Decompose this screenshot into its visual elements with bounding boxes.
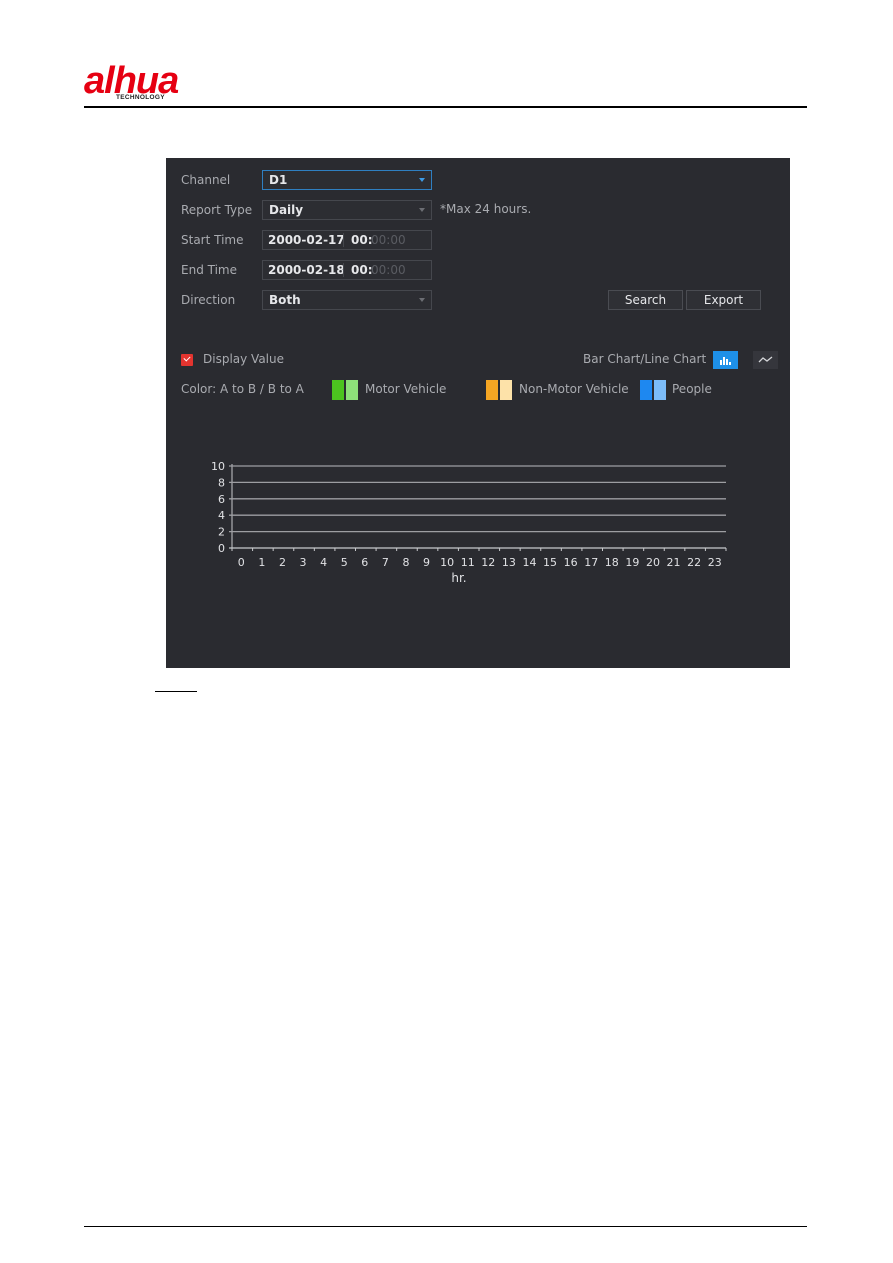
x-tick-label: 6	[361, 556, 368, 569]
dahua-logo: alhua TECHNOLOGY	[84, 62, 204, 104]
x-tick-label: 21	[667, 556, 681, 569]
x-tick-label: 11	[461, 556, 475, 569]
x-tick-label: 18	[605, 556, 619, 569]
y-tick-label: 2	[218, 526, 225, 539]
y-tick-label: 10	[211, 460, 225, 473]
hourly-count-chart: 02468100 1 2 3 4 5 6 7 8 9 10 11 12 13 14 15 16 17 18 19 20 2…	[211, 460, 727, 585]
x-tick-label: 14	[522, 556, 536, 569]
x-tick-label: 23	[708, 556, 722, 569]
x-tick-label: 13	[502, 556, 516, 569]
brand-subtitle: TECHNOLOGY	[116, 94, 165, 101]
x-tick-label: 8	[402, 556, 409, 569]
x-axis-label: hr.	[451, 571, 466, 585]
header-rule	[84, 106, 807, 108]
step-underline	[155, 691, 197, 692]
x-tick-label: 9	[423, 556, 430, 569]
x-tick-label: 3	[300, 556, 307, 569]
x-tick-label: 12	[481, 556, 495, 569]
x-tick-label: 16	[564, 556, 578, 569]
y-tick-label: 6	[218, 493, 225, 506]
x-tick-label: 1	[258, 556, 265, 569]
x-tick-label: 17	[584, 556, 598, 569]
x-tick-label: 19	[625, 556, 639, 569]
footer-rule	[84, 1226, 807, 1227]
x-tick-label: 5	[341, 556, 348, 569]
y-tick-label: 0	[218, 542, 225, 555]
x-tick-label: 15	[543, 556, 557, 569]
x-tick-label: 20	[646, 556, 660, 569]
x-tick-label: 4	[320, 556, 327, 569]
x-tick-label: 7	[382, 556, 389, 569]
people-counting-panel: Channel D1 Report Type Daily *Max 24 hou…	[166, 158, 790, 668]
y-tick-label: 4	[218, 509, 225, 522]
x-tick-label: 0	[238, 556, 245, 569]
x-tick-label: 2	[279, 556, 286, 569]
y-tick-label: 8	[218, 476, 225, 489]
x-tick-label: 22	[687, 556, 701, 569]
x-tick-label: 10	[440, 556, 454, 569]
